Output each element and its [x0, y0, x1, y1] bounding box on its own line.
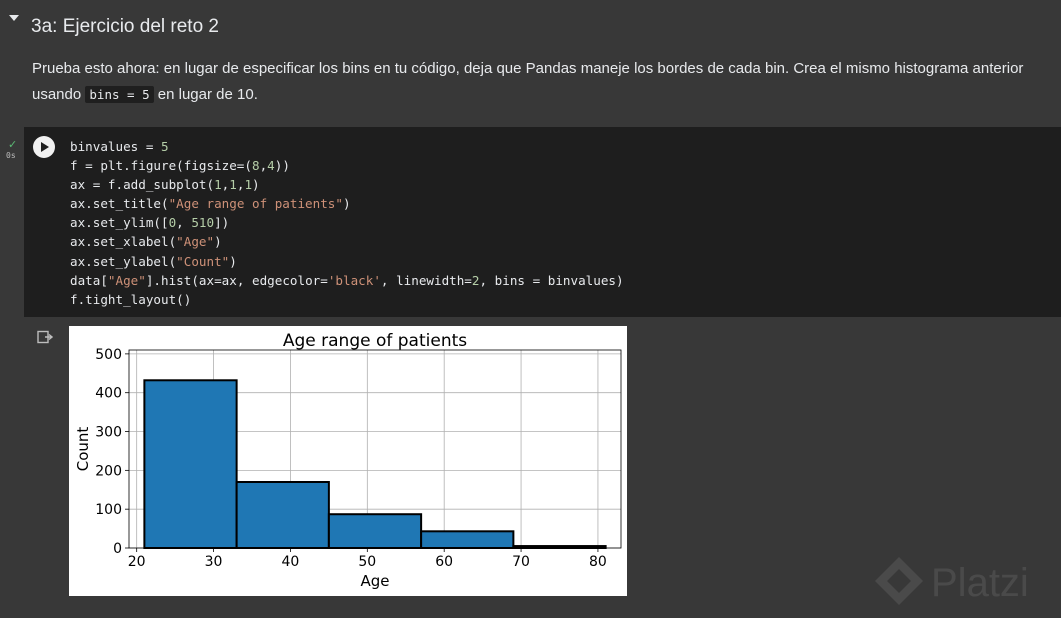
- collapse-section-icon[interactable]: [9, 15, 19, 21]
- code-line: ax.set_xlabel("Age"): [70, 234, 222, 250]
- x-tick-label: 60: [435, 554, 453, 570]
- histogram-bar: [327, 513, 423, 549]
- code-line: ax.set_ylim([0, 510]): [70, 215, 230, 231]
- y-tick-label: 200: [95, 463, 122, 479]
- x-tick-label: 20: [128, 554, 146, 570]
- code-line: ax.set_ylabel("Count"): [70, 253, 237, 269]
- platzi-logo-icon: [875, 557, 923, 605]
- y-axis-label: Count: [74, 427, 92, 472]
- histogram-bar: [420, 530, 515, 549]
- code-line: ax = f.add_subplot(1,1,1): [70, 177, 260, 193]
- code-editor[interactable]: binvalues = 5 f = plt.figure(figsize=(8,4…: [70, 137, 624, 309]
- x-tick-label: 70: [512, 554, 530, 570]
- y-tick-label: 100: [95, 502, 122, 518]
- inline-code: bins = 5: [85, 86, 154, 103]
- histogram-bar: [143, 379, 238, 550]
- histogram-chart: 20 30 40 50 60 70 80 0 100 200 300 400 500 Age range …: [74, 331, 622, 590]
- play-icon: [41, 142, 49, 152]
- execution-success-icon: ✓: [8, 138, 18, 151]
- x-tick-label: 30: [205, 554, 223, 570]
- code-line: binvalues = 5: [70, 139, 169, 154]
- x-tick-label: 80: [589, 554, 607, 570]
- code-line: ax.set_title("Age range of patients"): [70, 196, 351, 212]
- y-tick-label: 400: [95, 386, 122, 402]
- code-line: f.tight_layout(): [70, 291, 192, 307]
- x-axis-label: Age: [360, 572, 389, 590]
- x-tick-label: 40: [282, 554, 300, 570]
- chart-title: Age range of patients: [283, 331, 467, 351]
- output-figure: 20 30 40 50 60 70 80 0 100 200 300 400 500 Age range …: [69, 326, 627, 596]
- code-line: f = plt.figure(figsize=(8,4)): [70, 158, 290, 174]
- x-tick-label: 50: [358, 554, 376, 570]
- y-tick-label: 0: [113, 541, 122, 557]
- execution-time: 0s: [6, 151, 16, 160]
- watermark-text: Platzi: [931, 560, 1029, 605]
- platzi-watermark: Platzi: [873, 555, 1029, 611]
- y-tick-label: 500: [95, 347, 122, 363]
- histogram-bar: [235, 481, 330, 549]
- run-cell-button[interactable]: [33, 136, 55, 158]
- section-title: 3a: Ejercicio del reto 2: [31, 16, 219, 37]
- y-tick-label: 300: [95, 425, 122, 441]
- instruction-text-after: en lugar de 10.: [153, 86, 258, 103]
- instruction-paragraph: Prueba esto ahora: en lugar de especific…: [32, 56, 1042, 108]
- code-line: data["Age"].hist(ax=ax, edgecolor='black…: [70, 272, 624, 288]
- output-menu-icon[interactable]: [37, 330, 53, 344]
